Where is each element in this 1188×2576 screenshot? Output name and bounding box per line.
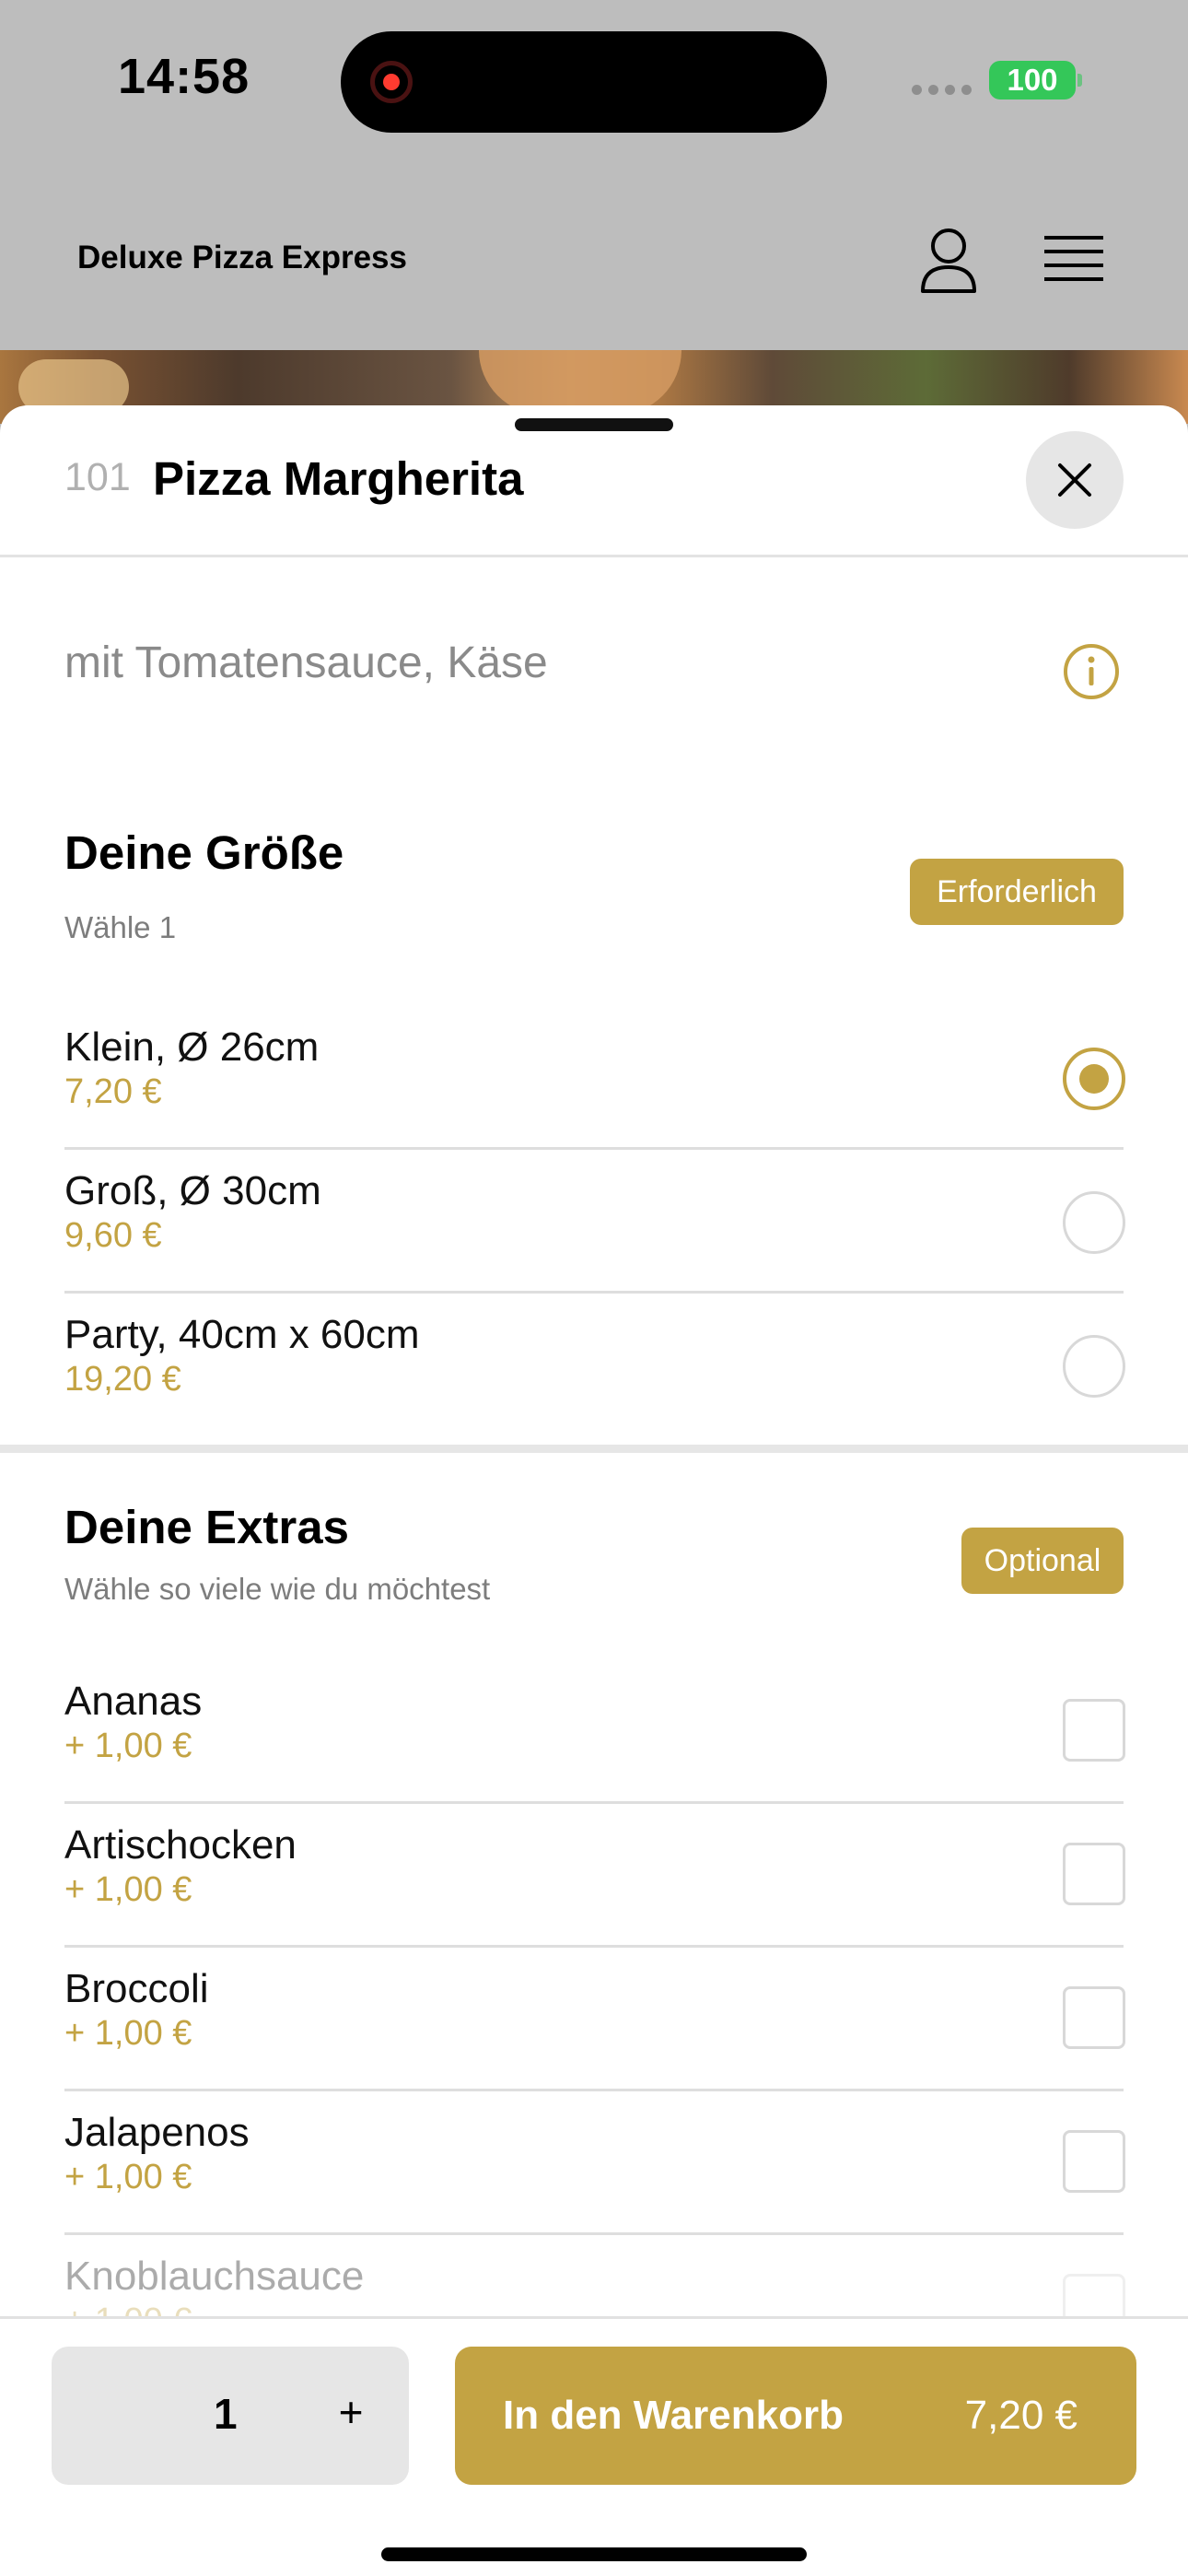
radio-button[interactable]	[1063, 1191, 1125, 1254]
option-price: + 1,00 €	[64, 2158, 192, 2196]
checkbox[interactable]	[1063, 2130, 1125, 2193]
optional-badge: Optional	[961, 1528, 1124, 1594]
extras-section-subtitle: Wähle so viele wie du möchtest	[64, 1572, 491, 1606]
option-name: Artischocken	[64, 1822, 297, 1868]
home-indicator[interactable]	[381, 2547, 807, 2561]
option-price: + 1,00 €	[64, 1727, 192, 1765]
divider	[0, 555, 1188, 557]
quantity-value: 1	[214, 2390, 238, 2438]
recording-icon	[370, 61, 413, 103]
option-price: + 1,00 €	[64, 1870, 192, 1909]
extra-option-ananas[interactable]: Ananas + 1,00 €	[64, 1660, 1125, 1804]
option-name: Ananas	[64, 1679, 203, 1724]
size-section-subtitle: Wähle 1	[64, 910, 177, 944]
battery-tip	[1077, 74, 1082, 87]
status-bar: 14:58 100	[0, 0, 1188, 166]
option-name: Groß, Ø 30cm	[64, 1168, 321, 1213]
option-name: Broccoli	[64, 1966, 209, 2011]
option-price: 7,20 €	[64, 1072, 162, 1111]
add-to-cart-button[interactable]: In den Warenkorb 7,20 €	[455, 2347, 1136, 2485]
extras-section-title: Deine Extras	[64, 1501, 349, 1553]
app-header: Deluxe Pizza Express	[0, 166, 1188, 350]
radio-button[interactable]	[1063, 1335, 1125, 1398]
option-price: 19,20 €	[64, 1360, 181, 1399]
size-option-party[interactable]: Party, 40cm x 60cm 19,20 €	[64, 1294, 1125, 1437]
checkbox[interactable]	[1063, 1699, 1125, 1762]
battery-indicator: 100	[989, 61, 1076, 100]
checkbox[interactable]	[1063, 1843, 1125, 1905]
cart-total: 7,20 €	[964, 2393, 1077, 2438]
size-option-gross[interactable]: Groß, Ø 30cm 9,60 €	[64, 1150, 1125, 1294]
option-price: 9,60 €	[64, 1216, 162, 1255]
dynamic-island	[341, 31, 827, 133]
item-description: mit Tomatensauce, Käse	[64, 638, 548, 687]
radio-button-selected[interactable]	[1063, 1048, 1125, 1110]
option-name: Klein, Ø 26cm	[64, 1025, 320, 1070]
user-icon[interactable]	[919, 227, 978, 295]
option-price: + 1,00 €	[64, 2014, 192, 2053]
app-title: Deluxe Pizza Express	[77, 240, 407, 275]
option-name: Knoblauchsauce	[64, 2254, 365, 2299]
add-to-cart-label: In den Warenkorb	[503, 2393, 844, 2438]
item-title: Pizza Margherita	[153, 452, 524, 505]
status-time: 14:58	[118, 49, 250, 104]
option-name: Party, 40cm x 60cm	[64, 1312, 420, 1357]
extra-option-artischocken[interactable]: Artischocken + 1,00 €	[64, 1804, 1125, 1948]
product-sheet: 101 Pizza Margherita mit Tomatensauce, K…	[0, 405, 1188, 2576]
size-option-klein[interactable]: Klein, Ø 26cm 7,20 €	[64, 1006, 1125, 1150]
required-badge: Erforderlich	[910, 859, 1124, 925]
close-icon	[1058, 463, 1091, 497]
close-button[interactable]	[1026, 431, 1124, 529]
info-icon[interactable]	[1063, 643, 1120, 700]
size-section-title: Deine Größe	[64, 826, 344, 879]
extra-option-jalapenos[interactable]: Jalapenos + 1,00 €	[64, 2091, 1125, 2235]
extra-option-broccoli[interactable]: Broccoli + 1,00 €	[64, 1948, 1125, 2091]
section-divider	[0, 1445, 1188, 1453]
increment-button[interactable]: +	[328, 2387, 374, 2437]
sheet-grabber[interactable]	[515, 418, 673, 431]
quantity-stepper[interactable]: 1 +	[52, 2347, 409, 2485]
item-number: 101	[64, 455, 131, 499]
menu-icon[interactable]	[1044, 232, 1103, 287]
option-name: Jalapenos	[64, 2110, 250, 2155]
signal-icon	[912, 85, 972, 95]
bottom-bar: 1 + In den Warenkorb 7,20 €	[0, 2316, 1188, 2576]
checkbox[interactable]	[1063, 1986, 1125, 2049]
